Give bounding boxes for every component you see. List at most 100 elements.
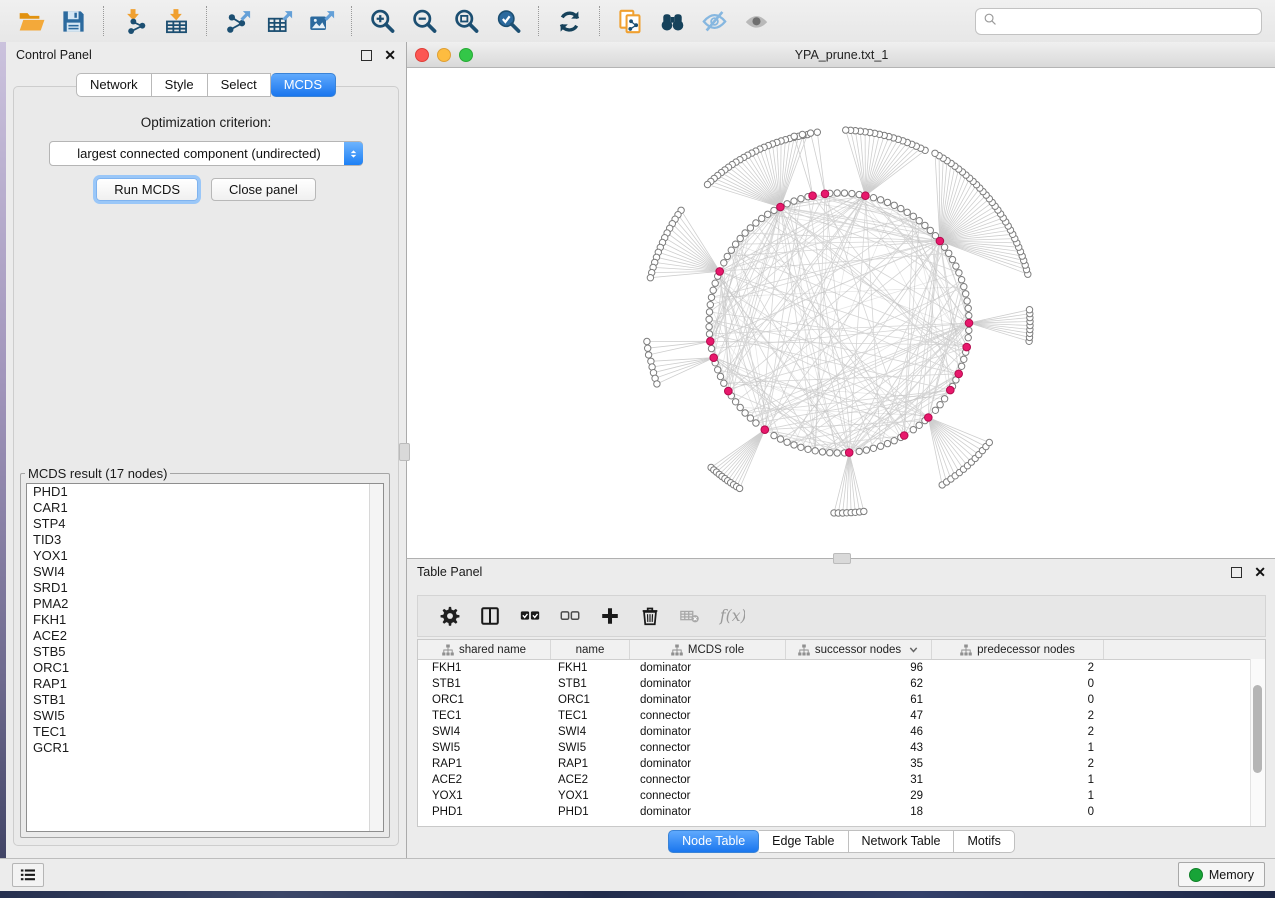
network-canvas[interactable]: [407, 68, 1275, 558]
tab-style[interactable]: Style: [152, 73, 208, 97]
mcds-result-item[interactable]: ORC1: [27, 660, 383, 676]
tab-network-table[interactable]: Network Table: [849, 830, 955, 853]
show-columns-icon[interactable]: [475, 601, 505, 631]
mcds-result-item[interactable]: YOX1: [27, 548, 383, 564]
panel-selector-button[interactable]: [12, 863, 44, 887]
column-header-MCDS-role[interactable]: MCDS role: [630, 640, 786, 659]
hide-selected-icon[interactable]: [699, 6, 729, 36]
hierarchy-icon: [798, 644, 810, 656]
delete-column-icon[interactable]: [635, 601, 665, 631]
add-column-icon[interactable]: [595, 601, 625, 631]
table-row[interactable]: ORC1ORC1dominator610: [418, 692, 1265, 708]
column-header-name[interactable]: name: [551, 640, 630, 659]
save-session-icon[interactable]: [58, 6, 88, 36]
memory-button[interactable]: Memory: [1178, 862, 1265, 887]
table-cell: YOX1: [551, 790, 630, 802]
export-table-icon[interactable]: [264, 6, 294, 36]
run-mcds-button[interactable]: Run MCDS: [96, 178, 198, 201]
mcds-result-item[interactable]: TEC1: [27, 724, 383, 740]
deselect-all-rows-icon[interactable]: [555, 601, 585, 631]
refresh-layout-icon[interactable]: [554, 6, 584, 36]
table-cell: 62: [786, 678, 932, 690]
tab-mcds[interactable]: MCDS: [271, 73, 336, 97]
toolbar-separator: [538, 6, 539, 36]
open-file-icon[interactable]: [16, 6, 46, 36]
table-cell: 0: [932, 678, 1104, 690]
table-cell: SWI4: [551, 726, 630, 738]
mcds-result-item[interactable]: STB5: [27, 644, 383, 660]
mcds-result-item[interactable]: TID3: [27, 532, 383, 548]
zoom-in-icon[interactable]: [367, 6, 397, 36]
network-window-titlebar[interactable]: YPA_prune.txt_1: [407, 42, 1275, 68]
table-row[interactable]: SWI4SWI4dominator462: [418, 724, 1265, 740]
mcds-result-groupbox: MCDS result (17 nodes) PHD1CAR1STP4TID3Y…: [20, 466, 390, 838]
tab-node-table[interactable]: Node Table: [668, 830, 759, 853]
mcds-result-item[interactable]: SRD1: [27, 580, 383, 596]
export-network-icon[interactable]: [222, 6, 252, 36]
tab-motifs[interactable]: Motifs: [954, 830, 1014, 853]
table-row[interactable]: FKH1FKH1dominator962: [418, 660, 1265, 676]
import-table-icon[interactable]: [161, 6, 191, 36]
zoom-selected-icon[interactable]: [493, 6, 523, 36]
mcds-result-item[interactable]: GCR1: [27, 740, 383, 756]
table-settings-icon[interactable]: [435, 601, 465, 631]
table-cell: 61: [786, 694, 932, 706]
copy-network-icon[interactable]: [615, 6, 645, 36]
close-panel-button[interactable]: Close panel: [211, 178, 316, 201]
mcds-result-item[interactable]: SWI5: [27, 708, 383, 724]
search-input[interactable]: [999, 9, 1261, 34]
tab-select[interactable]: Select: [208, 73, 271, 97]
table-scrollbar-thumb[interactable]: [1253, 685, 1262, 773]
table-cell: YOX1: [418, 790, 551, 802]
zoom-fit-icon[interactable]: [451, 6, 481, 36]
table-row[interactable]: RAP1RAP1dominator352: [418, 756, 1265, 772]
table-cell: FKH1: [418, 662, 551, 674]
table-row[interactable]: PHD1PHD1dominator180: [418, 804, 1265, 820]
optimization-criterion-select[interactable]: largest connected component (undirected): [49, 141, 363, 166]
mcds-result-item[interactable]: RAP1: [27, 676, 383, 692]
mcds-result-item[interactable]: PMA2: [27, 596, 383, 612]
mcds-result-item[interactable]: STB1: [27, 692, 383, 708]
mcds-result-item[interactable]: SWI4: [27, 564, 383, 580]
mcds-result-item[interactable]: CAR1: [27, 500, 383, 516]
table-cell: 29: [786, 790, 932, 802]
hierarchy-icon: [442, 644, 454, 656]
search-field[interactable]: [975, 8, 1262, 35]
function-builder-icon: f(x): [715, 601, 745, 631]
table-scrollbar[interactable]: [1250, 659, 1265, 826]
table-row[interactable]: STB1STB1dominator620: [418, 676, 1265, 692]
zoom-out-icon[interactable]: [409, 6, 439, 36]
mcds-result-list[interactable]: PHD1CAR1STP4TID3YOX1SWI4SRD1PMA2FKH1ACE2…: [26, 483, 384, 832]
result-list-scrollbar[interactable]: [369, 484, 383, 831]
vertical-splitter-handle[interactable]: [399, 443, 410, 461]
tab-network[interactable]: Network: [76, 73, 152, 97]
network-title: YPA_prune.txt_1: [407, 48, 1275, 62]
export-image-icon[interactable]: [306, 6, 336, 36]
column-header-predecessor-nodes[interactable]: predecessor nodes: [932, 640, 1104, 659]
import-network-icon[interactable]: [119, 6, 149, 36]
table-row[interactable]: SWI5SWI5connector431: [418, 740, 1265, 756]
close-panel-icon[interactable]: ✕: [384, 48, 396, 62]
table-cell: SWI4: [418, 726, 551, 738]
dropdown-stepper-icon: [344, 142, 363, 165]
column-label: successor nodes: [815, 644, 901, 656]
select-all-rows-icon[interactable]: [515, 601, 545, 631]
tab-edge-table[interactable]: Edge Table: [759, 830, 848, 853]
show-all-icon[interactable]: [741, 6, 771, 36]
mcds-result-item[interactable]: FKH1: [27, 612, 383, 628]
float-panel-icon[interactable]: [361, 50, 372, 61]
mcds-result-item[interactable]: STP4: [27, 516, 383, 532]
close-table-panel-icon[interactable]: ✕: [1254, 565, 1266, 579]
float-table-panel-icon[interactable]: [1231, 567, 1242, 578]
column-header-shared-name[interactable]: shared name: [418, 640, 551, 659]
table-row[interactable]: YOX1YOX1connector291: [418, 788, 1265, 804]
first-neighbors-icon[interactable]: [657, 6, 687, 36]
table-row[interactable]: ACE2ACE2connector311: [418, 772, 1265, 788]
column-header-successor-nodes[interactable]: successor nodes: [786, 640, 932, 659]
mcds-result-item[interactable]: ACE2: [27, 628, 383, 644]
table-row[interactable]: TEC1TEC1connector472: [418, 708, 1265, 724]
mcds-result-item[interactable]: PHD1: [27, 484, 383, 500]
table-cell: 1: [932, 742, 1104, 754]
table-cell: 1: [932, 790, 1104, 802]
horizontal-splitter-handle[interactable]: [833, 553, 851, 564]
